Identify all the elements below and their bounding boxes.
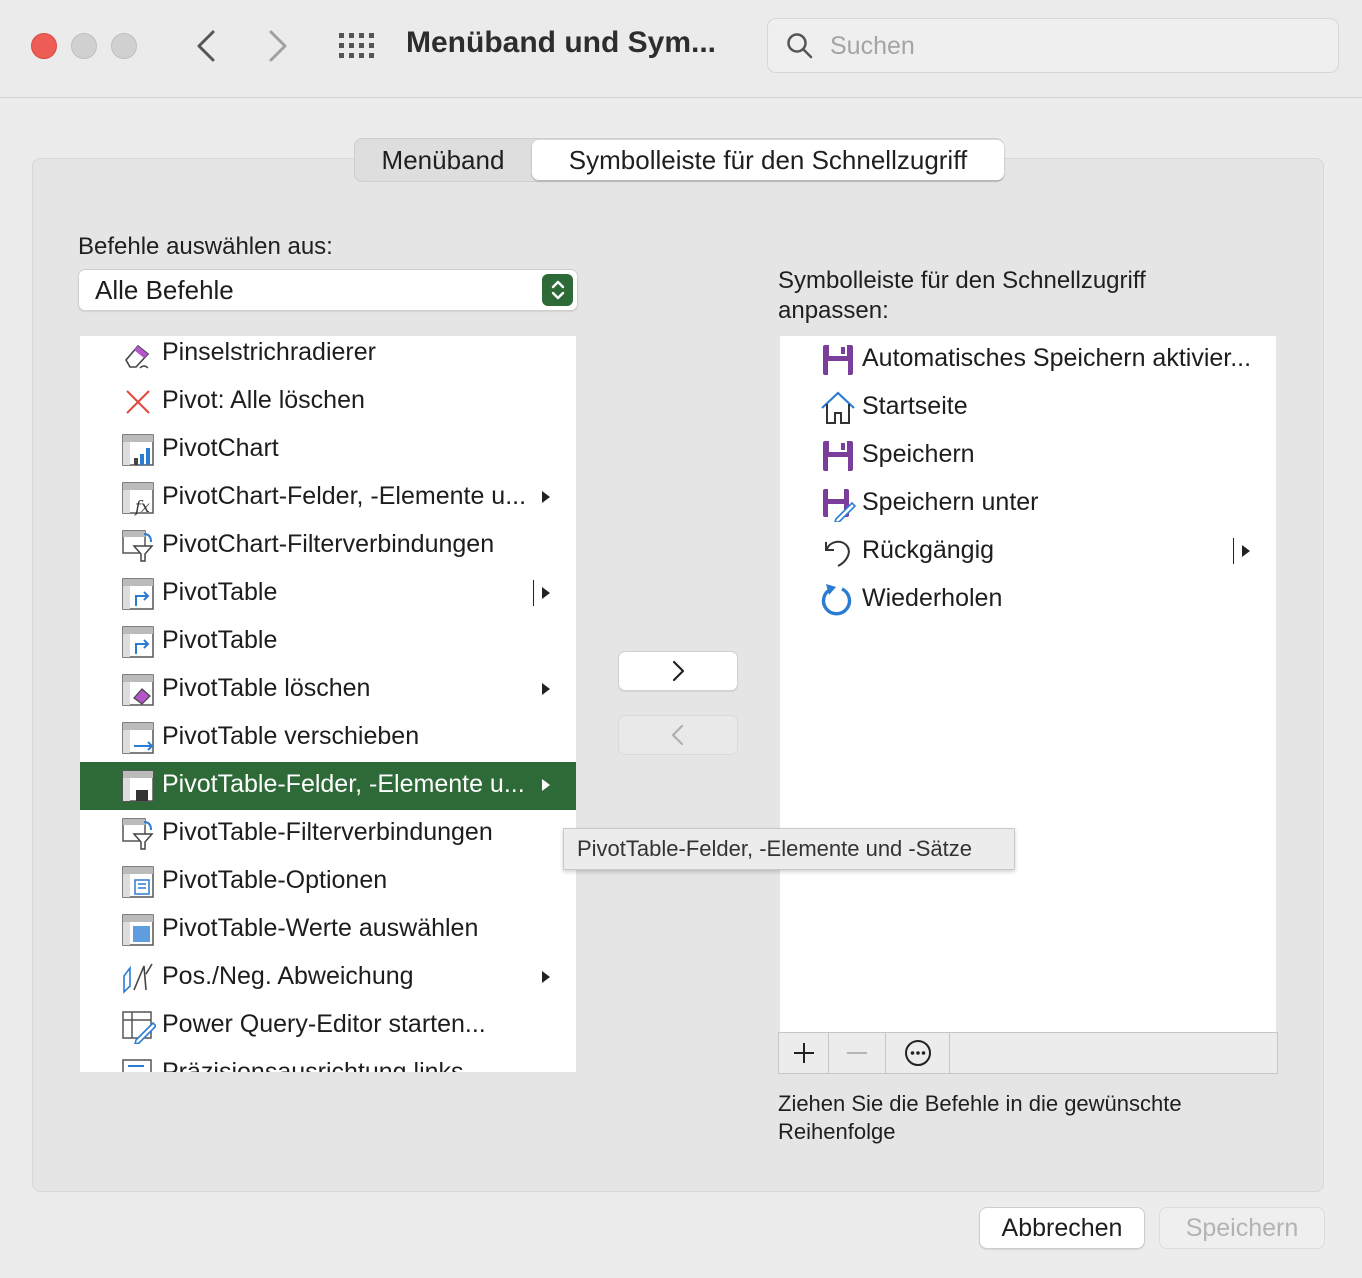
forward-button[interactable] (258, 26, 298, 66)
list-item[interactable]: Pinselstrichradierer (80, 336, 576, 378)
dropdown-value: Alle Befehle (95, 275, 234, 305)
pivottable-icon (122, 578, 154, 610)
pivotchart-icon (122, 434, 154, 466)
list-item[interactable]: Speichern (780, 432, 1276, 480)
commands-list[interactable]: Pinselstrichradierer Pivot: Alle löschen… (80, 336, 576, 1072)
list-item[interactable]: PivotChart (80, 426, 576, 474)
pivottable-move-icon (122, 722, 154, 754)
submenu-arrow-icon[interactable] (542, 683, 550, 695)
chevron-left-icon (197, 30, 215, 62)
chevron-left-icon (671, 724, 684, 746)
list-item[interactable]: Wiederholen (780, 576, 1276, 624)
pivottable-options-icon (122, 866, 154, 898)
search-field[interactable] (767, 18, 1339, 73)
pivottable-icon (122, 626, 154, 658)
list-item[interactable]: PivotChart-Filterverbindungen (80, 522, 576, 570)
list-item[interactable]: PivotTable-Filterverbindungen (80, 810, 576, 858)
list-item[interactable]: Startseite (780, 384, 1276, 432)
submenu-arrow-icon[interactable] (542, 779, 550, 791)
deviation-icon (123, 963, 153, 994)
grid-icon (339, 33, 374, 58)
save-purple-icon (823, 345, 853, 375)
reorder-hint: Ziehen Sie die Befehle in die gewünschte… (778, 1091, 1182, 1144)
list-item[interactable]: PivotTable-Werte auswählen (80, 906, 576, 954)
ellipsis-circle-icon (904, 1040, 931, 1066)
submenu-arrow-icon[interactable] (542, 971, 550, 983)
quick-access-list[interactable]: Automatisches Speichern aktivier... Star… (780, 336, 1276, 1033)
list-item[interactable]: PivotTable (80, 570, 576, 618)
cancel-button[interactable]: Abbrechen (979, 1207, 1145, 1249)
title-bar: Menüband und Sym... (0, 0, 1362, 98)
home-icon (821, 391, 855, 424)
list-item[interactable]: Speichern unter (780, 480, 1276, 528)
chevron-right-icon (672, 660, 685, 682)
show-all-button[interactable] (337, 30, 377, 62)
list-item-selected[interactable]: PivotTable-Felder, -Elemente u... (80, 762, 576, 810)
back-button[interactable] (186, 26, 226, 66)
red-x-icon (126, 390, 150, 414)
zoom-window-button[interactable] (111, 33, 137, 59)
minus-icon (847, 1052, 867, 1054)
list-item[interactable]: fx PivotChart-Felder, -Elemente u... (80, 474, 576, 522)
tooltip: PivotTable-Felder, -Elemente und -Sätze (563, 828, 1015, 870)
list-item[interactable]: PivotTable löschen (80, 666, 576, 714)
more-options-button[interactable] (886, 1033, 950, 1073)
redo-icon (821, 584, 852, 616)
list-item[interactable]: Pivot: Alle löschen (80, 378, 576, 426)
chevron-right-icon (269, 30, 287, 62)
tab-quick-access-toolbar[interactable]: Symbolleiste für den Schnellzugriff (532, 140, 1004, 180)
plus-icon (793, 1043, 814, 1063)
list-toolbar (778, 1032, 1278, 1074)
search-input[interactable] (830, 29, 1310, 63)
list-item[interactable]: Präzisionsausrichtung links (80, 1050, 576, 1072)
quick-access-heading: Symbolleiste für den Schnellzugriff anpa… (778, 267, 1146, 324)
submenu-arrow-icon[interactable] (1242, 545, 1250, 557)
close-window-button[interactable] (31, 33, 57, 59)
remove-button[interactable] (829, 1033, 886, 1073)
remove-command-button[interactable] (618, 715, 738, 755)
list-item[interactable]: PivotTable verschieben (80, 714, 576, 762)
pivot-filter-icon (122, 818, 154, 850)
list-item[interactable]: PivotTable-Optionen (80, 858, 576, 906)
tab-menuband[interactable]: Menüband (355, 139, 531, 181)
svg-text:fx: fx (134, 497, 150, 516)
submenu-arrow-icon[interactable] (542, 491, 550, 503)
power-query-icon (122, 1011, 156, 1044)
pivottable-clear-icon (122, 674, 154, 706)
save-as-icon (823, 489, 856, 522)
commands-source-dropdown[interactable]: Alle Befehle (78, 269, 578, 311)
dropdown-stepper-icon (542, 274, 573, 306)
pivottable-fields-icon (122, 770, 154, 802)
pivottable-values-icon (122, 914, 154, 946)
commands-source-label: Befehle auswählen aus: (78, 233, 333, 260)
submenu-arrow-icon[interactable] (542, 587, 550, 599)
eraser-icon (125, 344, 150, 369)
pivot-fx-icon: fx (122, 482, 154, 516)
list-item[interactable]: Power Query-Editor starten... (80, 1002, 576, 1050)
window-title: Menüband und Sym... (406, 26, 717, 59)
add-command-button[interactable] (618, 651, 738, 691)
add-button[interactable] (779, 1033, 829, 1073)
list-item[interactable]: PivotTable (80, 618, 576, 666)
list-item[interactable]: Rückgängig (780, 528, 1276, 576)
tab-bar: Menüband Symbolleiste für den Schnellzug… (354, 138, 1004, 182)
undo-icon (825, 540, 850, 567)
save-button[interactable]: Speichern (1159, 1207, 1325, 1249)
save-purple-icon (823, 441, 853, 471)
minimize-window-button[interactable] (71, 33, 97, 59)
list-item[interactable]: Pos./Neg. Abweichung (80, 954, 576, 1002)
search-icon (787, 33, 813, 59)
pivot-filter-icon (122, 530, 154, 562)
list-item[interactable]: Automatisches Speichern aktivier... (780, 336, 1276, 384)
align-icon (122, 1059, 152, 1072)
